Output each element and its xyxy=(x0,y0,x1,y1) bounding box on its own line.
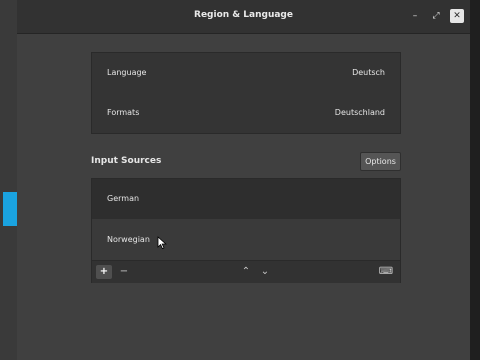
input-source-item-german[interactable]: German xyxy=(92,179,400,219)
input-source-label: German xyxy=(107,194,140,203)
maximize-button[interactable]: ⤢ xyxy=(429,9,443,23)
minimize-button[interactable]: – xyxy=(408,9,422,23)
language-value: Deutsch xyxy=(352,68,385,77)
input-sources-panel: German Norwegian + − ⌃ ⌄ ⌨ xyxy=(91,178,401,283)
language-row[interactable]: Language Deutsch xyxy=(92,53,400,93)
input-source-label: Norwegian xyxy=(107,235,150,244)
window-title: Region & Language xyxy=(194,10,293,20)
background-left-strip xyxy=(0,0,17,360)
language-label: Language xyxy=(107,68,147,77)
region-language-window: Region & Language – ⤢ ✕ Language Deutsch… xyxy=(17,0,470,360)
formats-label: Formats xyxy=(107,108,140,117)
add-source-button[interactable]: + xyxy=(96,265,112,279)
input-sources-heading: Input Sources xyxy=(91,156,162,166)
options-button[interactable]: Options xyxy=(360,152,401,171)
close-button[interactable]: ✕ xyxy=(450,9,464,23)
language-formats-panel: Language Deutsch Formats Deutschland xyxy=(91,52,401,134)
input-sources-toolbar: + − ⌃ ⌄ ⌨ xyxy=(92,260,400,283)
formats-value: Deutschland xyxy=(334,108,385,117)
remove-source-button[interactable]: − xyxy=(116,265,132,279)
keyboard-layout-button[interactable]: ⌨ xyxy=(378,265,394,279)
input-source-item-norwegian[interactable]: Norwegian xyxy=(92,220,400,260)
formats-row[interactable]: Formats Deutschland xyxy=(92,93,400,133)
background-right-strip xyxy=(470,0,480,360)
titlebar: Region & Language – ⤢ ✕ xyxy=(17,0,470,34)
move-down-button[interactable]: ⌄ xyxy=(257,265,273,279)
move-up-button[interactable]: ⌃ xyxy=(238,265,254,279)
desktop-accent-tab[interactable] xyxy=(3,192,17,226)
mouse-pointer-icon xyxy=(157,236,167,250)
